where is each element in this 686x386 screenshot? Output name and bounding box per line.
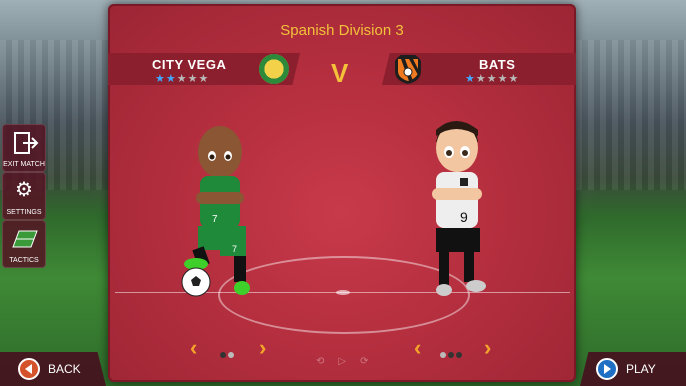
away-team-badge-icon	[395, 55, 421, 84]
versus-label: V	[331, 58, 349, 88]
back-label: BACK	[48, 362, 81, 376]
away-kit-prev-chevron-icon[interactable]: ‹	[414, 335, 421, 361]
rotate-right-icon[interactable]: ⟳	[360, 356, 382, 367]
away-stars-empty: ★★★★	[475, 73, 520, 85]
gear-icon: ⚙	[15, 179, 33, 201]
home-kit-dot	[228, 352, 234, 358]
home-team-name: CITY VEGA	[152, 57, 227, 72]
center-spot	[336, 290, 350, 295]
play-label: PLAY	[626, 362, 656, 376]
away-stars-filled: ★	[465, 73, 476, 85]
tactics-board-icon	[12, 230, 38, 248]
home-player-avatar: 7 7	[181, 126, 250, 297]
play-preview-icon[interactable]: ▷	[338, 356, 360, 367]
away-kit-dot-active	[448, 352, 454, 358]
home-team-stars: ★★★★★	[155, 72, 209, 85]
back-arrow-icon	[18, 358, 40, 380]
home-stars-filled: ★★	[155, 73, 177, 85]
away-team-stars: ★★★★★	[465, 72, 519, 85]
settings-label: SETTINGS	[6, 209, 42, 216]
home-kit-prev-chevron-icon[interactable]: ‹	[190, 335, 197, 361]
back-button[interactable]: BACK	[0, 352, 106, 386]
division-title: Spanish Division 3	[280, 22, 404, 39]
away-kit-dot	[456, 352, 462, 358]
view-controls: ⟲▷⟳	[316, 356, 382, 367]
home-kit-dot-active	[220, 352, 226, 358]
tactics-button[interactable]: TACTICS	[2, 220, 46, 268]
tactics-label: TACTICS	[9, 257, 39, 264]
exit-match-button[interactable]: EXIT MATCH	[2, 124, 46, 172]
home-jersey-number: 7	[212, 214, 218, 225]
home-shorts-number: 7	[232, 244, 237, 254]
home-stars-empty: ★★★	[176, 73, 210, 85]
away-kit-next-chevron-icon[interactable]: ›	[484, 335, 491, 361]
home-kit-next-chevron-icon[interactable]: ›	[259, 335, 266, 361]
away-kit-indicator	[439, 345, 463, 363]
settings-button[interactable]: ⚙ SETTINGS	[2, 172, 46, 220]
play-button[interactable]: PLAY	[580, 352, 686, 386]
away-jersey-number: 9	[460, 209, 468, 225]
play-arrow-icon	[596, 358, 618, 380]
away-player-avatar: 9	[432, 121, 486, 296]
away-team-name: BATS	[479, 57, 516, 72]
exit-match-label: EXIT MATCH	[3, 161, 45, 168]
home-team-badge-icon	[259, 54, 289, 84]
exit-icon	[14, 132, 39, 154]
rotate-left-icon[interactable]: ⟲	[316, 356, 338, 367]
home-kit-indicator	[219, 345, 235, 363]
away-kit-dot	[440, 352, 446, 358]
